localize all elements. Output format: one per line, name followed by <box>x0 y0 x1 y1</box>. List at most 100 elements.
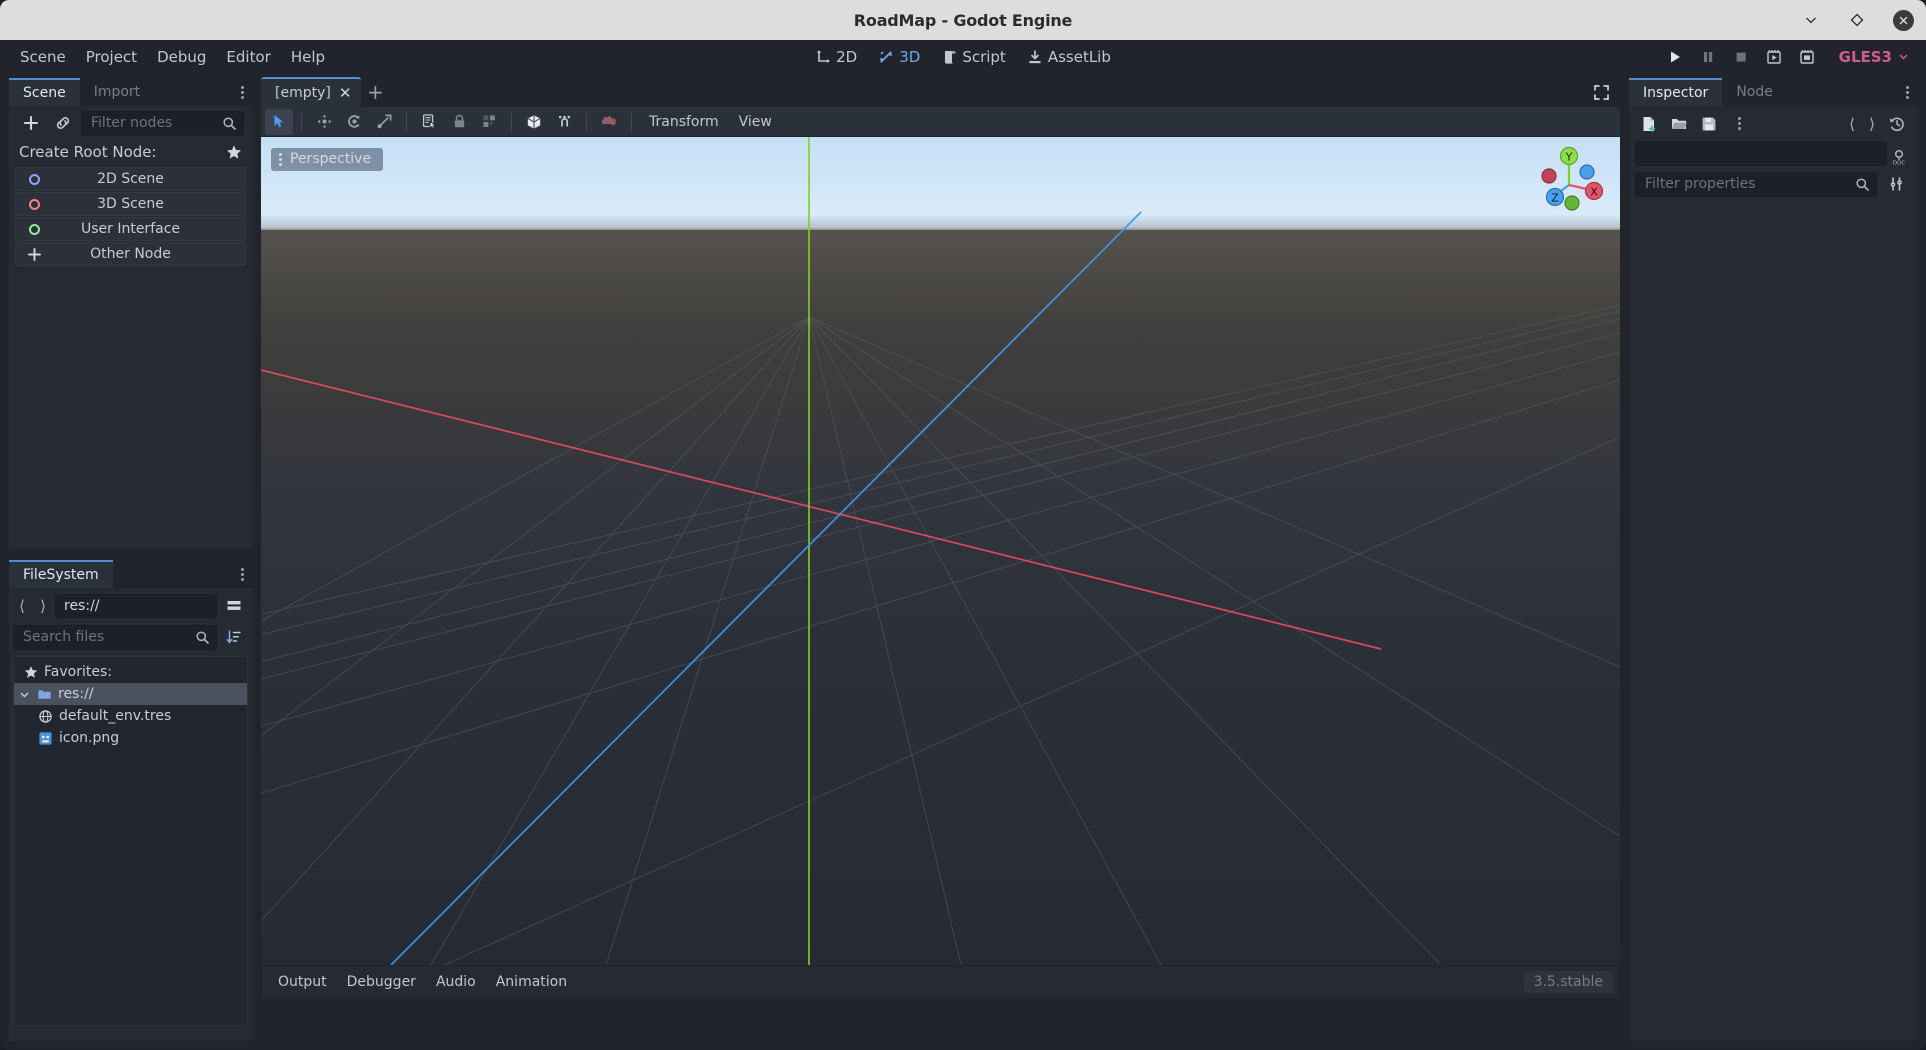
search-icon <box>1855 177 1870 192</box>
group-icon <box>481 113 498 130</box>
create-3d-scene-label: 3D Scene <box>16 196 245 212</box>
minimize-button[interactable] <box>1798 7 1824 33</box>
resource-extra-menu-button[interactable] <box>1725 111 1753 137</box>
create-other-node-button[interactable]: Other Node <box>15 242 246 266</box>
rotate-mode-button[interactable] <box>340 109 368 135</box>
perspective-menu-button[interactable]: Perspective <box>271 148 383 171</box>
gizmo-x-label: X <box>1590 186 1598 199</box>
play-scene-button[interactable] <box>1759 44 1789 70</box>
plus-icon <box>22 114 40 132</box>
list-select-button[interactable] <box>415 109 443 135</box>
select-mode-button[interactable] <box>265 109 293 135</box>
tab-scene[interactable]: Scene <box>9 78 80 106</box>
inspector-dock-menu-button[interactable] <box>1906 78 1909 106</box>
load-resource-button[interactable] <box>1665 111 1693 137</box>
tree-item-icon-png[interactable]: icon.png <box>14 727 247 749</box>
filesystem-split-mode-button[interactable] <box>220 593 248 619</box>
menu-help[interactable]: Help <box>281 44 335 70</box>
scale-mode-button[interactable] <box>370 109 398 135</box>
bottom-tab-audio[interactable]: Audio <box>426 970 486 994</box>
history-forward-button[interactable]: ⟩ <box>1863 113 1881 135</box>
control-icon <box>26 221 42 237</box>
star-icon[interactable] <box>226 144 242 160</box>
tree-item-favorites[interactable]: Favorites: <box>14 661 247 683</box>
mode-button-3d[interactable]: 3D <box>869 44 929 70</box>
move-mode-button[interactable] <box>310 109 338 135</box>
bottom-tab-debugger[interactable]: Debugger <box>337 970 426 994</box>
stop-button[interactable] <box>1726 44 1756 70</box>
camera-preview-button[interactable] <box>595 109 623 135</box>
save-resource-button[interactable] <box>1695 111 1723 137</box>
local-space-button[interactable] <box>520 109 548 135</box>
filesystem-path-value: res:// <box>64 598 100 614</box>
tree-item-default-env-label: default_env.tres <box>59 708 171 724</box>
tab-import[interactable]: Import <box>80 78 154 106</box>
play-button[interactable] <box>1660 44 1690 70</box>
view-menu-button[interactable]: View <box>730 110 781 134</box>
filesystem-path-field[interactable]: res:// <box>55 594 217 618</box>
vertical-dots-icon <box>1738 117 1741 130</box>
close-button[interactable] <box>1890 7 1916 33</box>
add-node-button[interactable] <box>17 110 45 136</box>
filesystem-forward-button[interactable]: ⟩ <box>34 595 52 617</box>
mode-button-2d[interactable]: 2D <box>806 44 866 70</box>
create-user-interface-button[interactable]: User Interface <box>15 217 246 241</box>
tree-item-favorites-label: Favorites: <box>44 664 112 680</box>
object-menu-button[interactable] <box>1883 171 1911 197</box>
snap-button[interactable] <box>550 109 578 135</box>
mode-button-script[interactable]: Script <box>932 44 1015 70</box>
history-back-button[interactable]: ⟨ <box>1843 113 1861 135</box>
filesystem-sort-button[interactable] <box>220 624 248 650</box>
bottom-tab-animation[interactable]: Animation <box>486 970 577 994</box>
gizmo-x-negative <box>1542 169 1556 183</box>
new-resource-button[interactable] <box>1635 111 1663 137</box>
mode-label-assetlib: AssetLib <box>1048 48 1111 66</box>
tab-inspector[interactable]: Inspector <box>1629 78 1722 106</box>
open-docs-button[interactable]: DOC <box>1887 145 1911 169</box>
menu-project[interactable]: Project <box>76 44 147 70</box>
chevron-down-icon[interactable] <box>18 688 31 701</box>
lock-button[interactable] <box>445 109 473 135</box>
mode-label-3d: 3D <box>899 48 920 66</box>
inspector-object-field[interactable] <box>1635 141 1887 166</box>
tree-item-res-root[interactable]: res:// <box>14 683 247 705</box>
3d-viewport[interactable]: Perspective Y X Z <box>261 137 1620 965</box>
filter-properties-field[interactable]: Filter properties <box>1635 172 1877 197</box>
camera-icon <box>601 113 618 130</box>
scene-tab-empty[interactable]: [empty] ✕ <box>261 77 361 107</box>
filesystem-dock-menu-button[interactable] <box>241 560 244 588</box>
transform-menu-button[interactable]: Transform <box>640 110 728 134</box>
tab-filesystem[interactable]: FileSystem <box>9 560 113 588</box>
distraction-free-mode-button[interactable] <box>1588 79 1614 105</box>
scene-dock-menu-button[interactable] <box>241 78 244 106</box>
view-gizmo[interactable]: Y X Z <box>1532 145 1606 217</box>
pause-button[interactable] <box>1693 44 1723 70</box>
group-button[interactable] <box>475 109 503 135</box>
create-3d-scene-button[interactable]: 3D Scene <box>15 192 246 216</box>
instance-scene-button[interactable] <box>49 110 77 136</box>
folder-icon <box>37 687 52 702</box>
scene-dock-toolbar: Filter nodes <box>13 106 248 140</box>
bottom-tab-output[interactable]: Output <box>268 970 337 994</box>
maximize-button[interactable] <box>1844 7 1870 33</box>
vertical-dots-icon <box>241 568 244 581</box>
search-files-field[interactable]: Search files <box>13 625 217 650</box>
main-editor-area: [empty] ✕ + <box>261 77 1620 1042</box>
filter-nodes-field[interactable]: Filter nodes <box>81 111 244 136</box>
close-scene-tab-button[interactable]: ✕ <box>339 84 352 102</box>
add-scene-tab-button[interactable]: + <box>361 77 389 107</box>
create-2d-scene-button[interactable]: 2D Scene <box>15 167 246 191</box>
history-button[interactable] <box>1883 111 1911 137</box>
filter-nodes-placeholder: Filter nodes <box>91 115 222 131</box>
tab-node[interactable]: Node <box>1722 78 1787 106</box>
menu-scene[interactable]: Scene <box>10 44 76 70</box>
play-custom-scene-button[interactable] <box>1792 44 1822 70</box>
menu-editor[interactable]: Editor <box>216 44 280 70</box>
filesystem-back-button[interactable]: ⟨ <box>13 595 31 617</box>
menu-debug[interactable]: Debug <box>147 44 216 70</box>
star-icon <box>24 665 38 679</box>
scene-tab-bar: [empty] ✕ + <box>261 77 1620 107</box>
mode-button-assetlib[interactable]: AssetLib <box>1018 44 1120 70</box>
renderer-selector[interactable]: GLES3 <box>1831 45 1916 69</box>
tree-item-default-env[interactable]: default_env.tres <box>14 705 247 727</box>
